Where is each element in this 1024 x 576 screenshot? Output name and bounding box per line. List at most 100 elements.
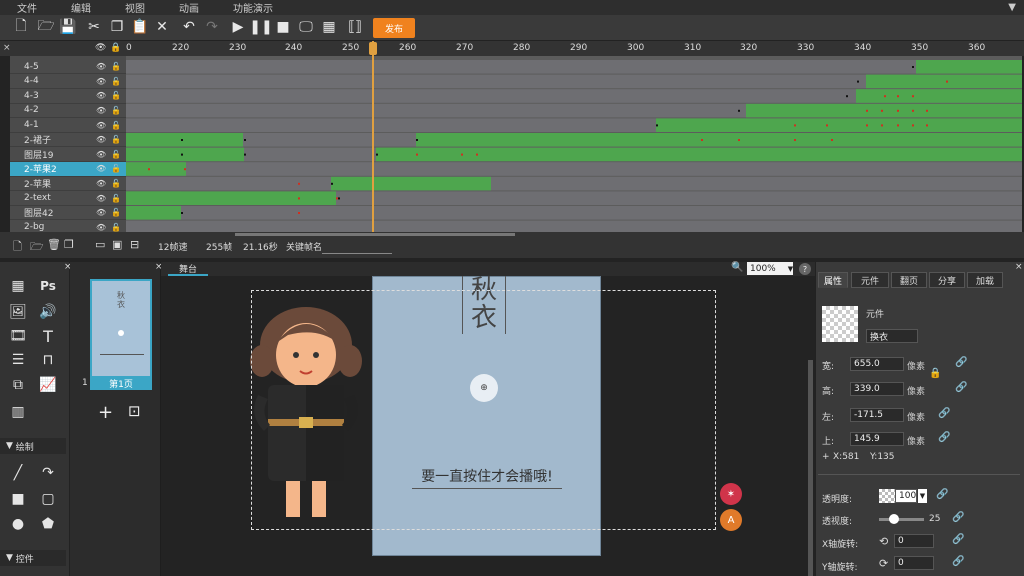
tab-pageturn[interactable]: 翻页 bbox=[891, 272, 927, 288]
lock-icon[interactable]: 🔓 bbox=[111, 164, 121, 173]
layer-row[interactable]: 图层19 👁 🔓 bbox=[10, 148, 126, 162]
keyframe-marker[interactable] bbox=[738, 139, 740, 141]
keyframe-marker[interactable] bbox=[794, 139, 796, 141]
lock-icon[interactable]: 🔓 bbox=[111, 150, 121, 159]
keyframe-marker[interactable] bbox=[912, 124, 914, 127]
keyframe-marker[interactable] bbox=[181, 139, 183, 141]
props-close-icon[interactable]: × bbox=[1015, 262, 1023, 272]
tween-span[interactable] bbox=[656, 118, 1022, 132]
symbol-name-input[interactable]: 换衣 bbox=[866, 329, 918, 343]
lock-icon[interactable]: 🔓 bbox=[111, 77, 121, 86]
visibility-icon[interactable]: 👁 bbox=[96, 135, 106, 144]
top-input[interactable]: 145.9 bbox=[850, 432, 904, 446]
keyframe-marker[interactable] bbox=[338, 197, 340, 200]
video-icon[interactable]: 🎞 bbox=[8, 326, 28, 346]
zoom-select[interactable]: 100% ▼ bbox=[747, 262, 793, 275]
keyframe-marker[interactable] bbox=[476, 153, 478, 156]
layer-row[interactable]: 4-2 👁 🔓 bbox=[10, 104, 126, 119]
perspective-slider-handle[interactable] bbox=[889, 514, 899, 524]
link-icon[interactable]: 🔗 bbox=[936, 489, 948, 500]
tween-span[interactable] bbox=[126, 147, 244, 162]
stage-scrollbar[interactable] bbox=[808, 360, 813, 576]
visibility-icon[interactable]: 👁 bbox=[96, 164, 106, 173]
cut-icon[interactable]: ✂ bbox=[85, 18, 103, 36]
x-rotation-input[interactable]: 0 bbox=[894, 534, 934, 548]
keyframe-marker[interactable] bbox=[866, 124, 868, 127]
keyframe-marker[interactable] bbox=[831, 139, 833, 141]
chart-icon[interactable]: 📈 bbox=[38, 375, 58, 395]
aspect-lock-icon[interactable]: 🔒 bbox=[929, 368, 941, 379]
selection-box[interactable] bbox=[251, 290, 716, 530]
code-icon[interactable]: ⟦⟧ bbox=[346, 18, 364, 36]
keyframe-marker[interactable] bbox=[244, 153, 246, 156]
page-label[interactable]: 第1页 bbox=[90, 376, 152, 390]
opacity-input[interactable]: 100 bbox=[895, 489, 917, 503]
tween-span[interactable] bbox=[856, 89, 1022, 103]
keyframe-marker[interactable] bbox=[846, 95, 848, 98]
qrcode-icon[interactable]: ▦ bbox=[320, 18, 338, 36]
height-input[interactable]: 339.0 bbox=[850, 382, 904, 396]
visibility-icon[interactable]: 👁 bbox=[96, 194, 106, 203]
tab-load[interactable]: 加载 bbox=[967, 272, 1003, 288]
link-icon[interactable]: 🔗 bbox=[952, 556, 964, 567]
keyframe-marker[interactable] bbox=[866, 109, 868, 112]
layer-row[interactable]: 2-苹果 👁 🔓 bbox=[10, 177, 126, 192]
tab-stage[interactable]: 舞台 bbox=[168, 262, 208, 276]
visibility-icon[interactable]: 👁 bbox=[96, 62, 106, 71]
visibility-icon[interactable]: 👁 bbox=[96, 106, 106, 115]
rounded-rect-tool-icon[interactable]: ▢ bbox=[38, 489, 58, 509]
visibility-icon[interactable]: 👁 bbox=[96, 91, 106, 100]
keyframe-marker[interactable] bbox=[416, 139, 418, 141]
new-file-icon[interactable]: 🗋 bbox=[12, 18, 30, 36]
keyframe-marker[interactable] bbox=[376, 153, 378, 156]
keyframe-marker[interactable] bbox=[244, 139, 246, 141]
text-tool-icon[interactable]: T bbox=[38, 326, 58, 346]
keyframe-marker[interactable] bbox=[881, 124, 883, 127]
keyframe-marker[interactable] bbox=[336, 197, 338, 200]
page-thumbnail[interactable]: 秋衣 bbox=[90, 279, 152, 390]
menu-animation[interactable]: 动画 bbox=[162, 0, 216, 15]
apps-grid-icon[interactable]: ▦ bbox=[8, 276, 28, 296]
add-effect-icon[interactable]: ✶ bbox=[720, 483, 742, 505]
tween-span[interactable] bbox=[416, 133, 1022, 147]
stop-icon[interactable]: ■ bbox=[274, 18, 292, 36]
insert-page-icon[interactable]: ⊡ bbox=[128, 402, 141, 420]
layer-row[interactable]: 4-5 👁 🔓 bbox=[10, 60, 126, 75]
menu-edit[interactable]: 编辑 bbox=[54, 0, 108, 15]
tween-span[interactable] bbox=[126, 133, 243, 147]
menu-demo[interactable]: 功能演示 bbox=[216, 0, 290, 15]
keyframe-marker[interactable] bbox=[794, 124, 796, 127]
tween-span[interactable] bbox=[126, 206, 181, 220]
keyframe-marker[interactable] bbox=[181, 212, 183, 214]
layer-row[interactable]: 2-裙子 👁 🔓 bbox=[10, 133, 126, 148]
tab-symbol[interactable]: 元件 bbox=[851, 272, 889, 288]
visibility-icon[interactable]: 👁 bbox=[96, 77, 106, 86]
keyframe-marker[interactable] bbox=[897, 124, 899, 127]
keyframe-marker[interactable] bbox=[738, 109, 740, 112]
code-embed-icon[interactable]: ⧉ bbox=[8, 375, 28, 395]
visibility-icon[interactable]: 👁 bbox=[96, 223, 106, 232]
keyframe-marker[interactable] bbox=[298, 212, 300, 214]
visibility-icon[interactable]: 👁 bbox=[96, 179, 106, 188]
timeline-grid[interactable] bbox=[126, 56, 1022, 232]
keyframe-marker[interactable] bbox=[897, 109, 899, 112]
save-icon[interactable]: 💾 bbox=[59, 18, 77, 36]
track-row[interactable] bbox=[126, 60, 1022, 74]
tween-span[interactable] bbox=[376, 147, 1022, 162]
line-tool-icon[interactable]: ╱ bbox=[8, 463, 28, 483]
track-row[interactable] bbox=[126, 162, 1022, 176]
playhead[interactable] bbox=[372, 41, 374, 232]
publish-button[interactable]: 发布 bbox=[373, 18, 415, 38]
open-folder-icon[interactable]: 🗁 bbox=[37, 18, 55, 36]
link-icon[interactable]: 🔗 bbox=[938, 432, 950, 443]
add-page-icon[interactable]: + bbox=[98, 402, 113, 423]
keyframe-marker[interactable] bbox=[298, 197, 300, 200]
barcode-icon[interactable]: ▥ bbox=[8, 402, 28, 422]
add-keyframe-icon[interactable]: ▣ bbox=[112, 238, 122, 251]
y-rotation-input[interactable]: 0 bbox=[894, 556, 934, 570]
keyframe-marker[interactable] bbox=[148, 168, 150, 171]
link-icon[interactable]: 🔗 bbox=[955, 357, 967, 368]
zoom-icon[interactable]: 🔍 bbox=[731, 262, 743, 273]
lock-icon[interactable]: 🔓 bbox=[111, 179, 121, 188]
layer-row[interactable]: 2-苹果2 👁 🔓 bbox=[10, 162, 126, 177]
